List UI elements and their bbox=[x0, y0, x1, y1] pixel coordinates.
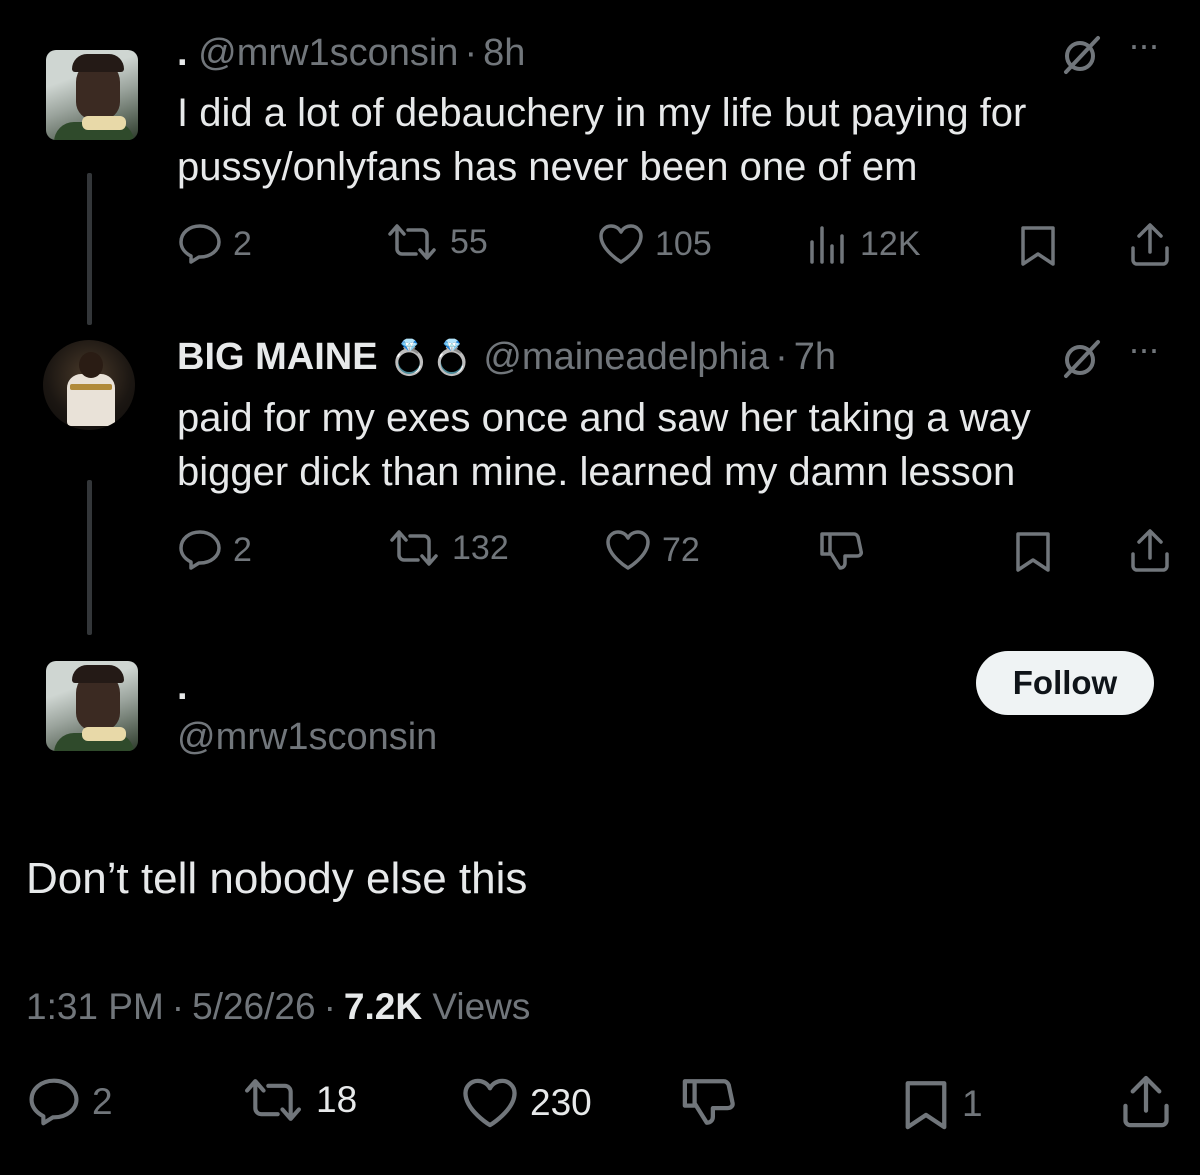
avatar[interactable] bbox=[46, 661, 138, 751]
separator: · bbox=[323, 986, 336, 1027]
more-icon[interactable]: ··· bbox=[1128, 24, 1160, 66]
views-button[interactable]: 12K bbox=[808, 222, 921, 266]
tweet-header: . @mrw1sconsin · 8h bbox=[177, 30, 525, 76]
reply-button[interactable]: 2 bbox=[177, 222, 252, 266]
more-icon[interactable]: ··· bbox=[1128, 328, 1160, 370]
avatar[interactable] bbox=[43, 340, 135, 430]
avatar[interactable] bbox=[46, 50, 138, 140]
bookmark-button[interactable]: 1 bbox=[900, 1076, 983, 1132]
retweet-icon bbox=[390, 530, 438, 566]
reply-button[interactable]: 2 bbox=[177, 528, 252, 572]
grok-icon[interactable] bbox=[1058, 30, 1106, 78]
like-count: 72 bbox=[662, 530, 700, 569]
display-name[interactable]: BIG MAINE bbox=[177, 336, 378, 378]
dislike-icon[interactable] bbox=[818, 528, 864, 574]
retweet-count: 55 bbox=[450, 222, 488, 261]
follow-button[interactable]: Follow bbox=[976, 651, 1154, 715]
tweet-meta: 1:31 PM · 5/26/26 · 7.2K Views bbox=[26, 984, 530, 1030]
timestamp[interactable]: 8h bbox=[483, 32, 525, 74]
reply-count: 2 bbox=[233, 224, 252, 263]
handle[interactable]: @mrw1sconsin bbox=[177, 714, 437, 760]
display-name[interactable]: . bbox=[177, 32, 188, 74]
tweet-text-line: I did a lot of debauchery in my life but… bbox=[177, 91, 1027, 135]
like-count: 230 bbox=[530, 1082, 592, 1123]
like-icon bbox=[599, 224, 643, 264]
retweet-count: 132 bbox=[452, 528, 509, 567]
like-button[interactable]: 105 bbox=[597, 222, 712, 266]
handle[interactable]: @maineadelphia bbox=[483, 336, 769, 378]
like-button[interactable]: 230 bbox=[460, 1076, 592, 1130]
views-count: 12K bbox=[860, 224, 921, 263]
share-icon[interactable] bbox=[1127, 526, 1173, 574]
like-count: 105 bbox=[655, 224, 712, 263]
bookmark-icon[interactable] bbox=[1017, 222, 1059, 268]
reply-icon bbox=[179, 530, 221, 570]
thread-line bbox=[87, 480, 92, 635]
date[interactable]: 5/26/26 bbox=[192, 986, 315, 1027]
like-icon bbox=[606, 530, 650, 570]
emoji-badge: 💍💍 bbox=[388, 339, 473, 377]
views-count: 7.2K bbox=[343, 986, 423, 1027]
like-icon bbox=[463, 1078, 517, 1128]
share-icon[interactable] bbox=[1127, 220, 1173, 268]
dislike-icon[interactable] bbox=[680, 1074, 736, 1130]
retweet-count: 18 bbox=[316, 1079, 358, 1120]
views-icon bbox=[810, 226, 844, 264]
separator: · bbox=[464, 32, 478, 74]
tweet-text: Don’t tell nobody else this bbox=[26, 854, 528, 903]
reply-icon bbox=[29, 1078, 79, 1126]
retweet-icon bbox=[245, 1079, 301, 1121]
like-button[interactable]: 72 bbox=[604, 528, 700, 572]
thread-line bbox=[87, 173, 92, 325]
grok-icon[interactable] bbox=[1058, 334, 1106, 382]
retweet-icon bbox=[388, 224, 436, 260]
tweet-text: I did a lot of debauchery in my life but… bbox=[177, 86, 1026, 194]
separator: · bbox=[171, 986, 185, 1027]
views-label: Views bbox=[432, 986, 531, 1027]
tweet-header: BIG MAINE 💍💍 @maineadelphia · 7h bbox=[177, 334, 836, 381]
tweet-text-line: pussy/onlyfans has never been one of em bbox=[177, 145, 918, 189]
bookmark-icon[interactable] bbox=[1012, 528, 1054, 574]
bookmark-count: 1 bbox=[962, 1083, 983, 1124]
tweet-text: paid for my exes once and saw her taking… bbox=[177, 391, 1031, 499]
display-name[interactable]: . bbox=[177, 664, 188, 710]
tweet-text-line: bigger dick than mine. learned my damn l… bbox=[177, 450, 1016, 494]
handle[interactable]: @mrw1sconsin bbox=[198, 32, 458, 74]
bookmark-icon bbox=[905, 1081, 947, 1130]
tweet-text-line: paid for my exes once and saw her taking… bbox=[177, 396, 1031, 440]
retweet-button[interactable]: 18 bbox=[240, 1076, 357, 1124]
timestamp[interactable]: 1:31 PM bbox=[26, 986, 164, 1027]
reply-count: 2 bbox=[233, 530, 252, 569]
retweet-button[interactable]: 132 bbox=[386, 528, 509, 568]
reply-button[interactable]: 2 bbox=[26, 1076, 113, 1128]
separator: · bbox=[775, 336, 788, 378]
reply-count: 2 bbox=[92, 1081, 113, 1122]
share-icon[interactable] bbox=[1118, 1072, 1174, 1130]
timestamp[interactable]: 7h bbox=[794, 336, 836, 378]
reply-icon bbox=[179, 224, 221, 264]
retweet-button[interactable]: 55 bbox=[384, 222, 488, 262]
